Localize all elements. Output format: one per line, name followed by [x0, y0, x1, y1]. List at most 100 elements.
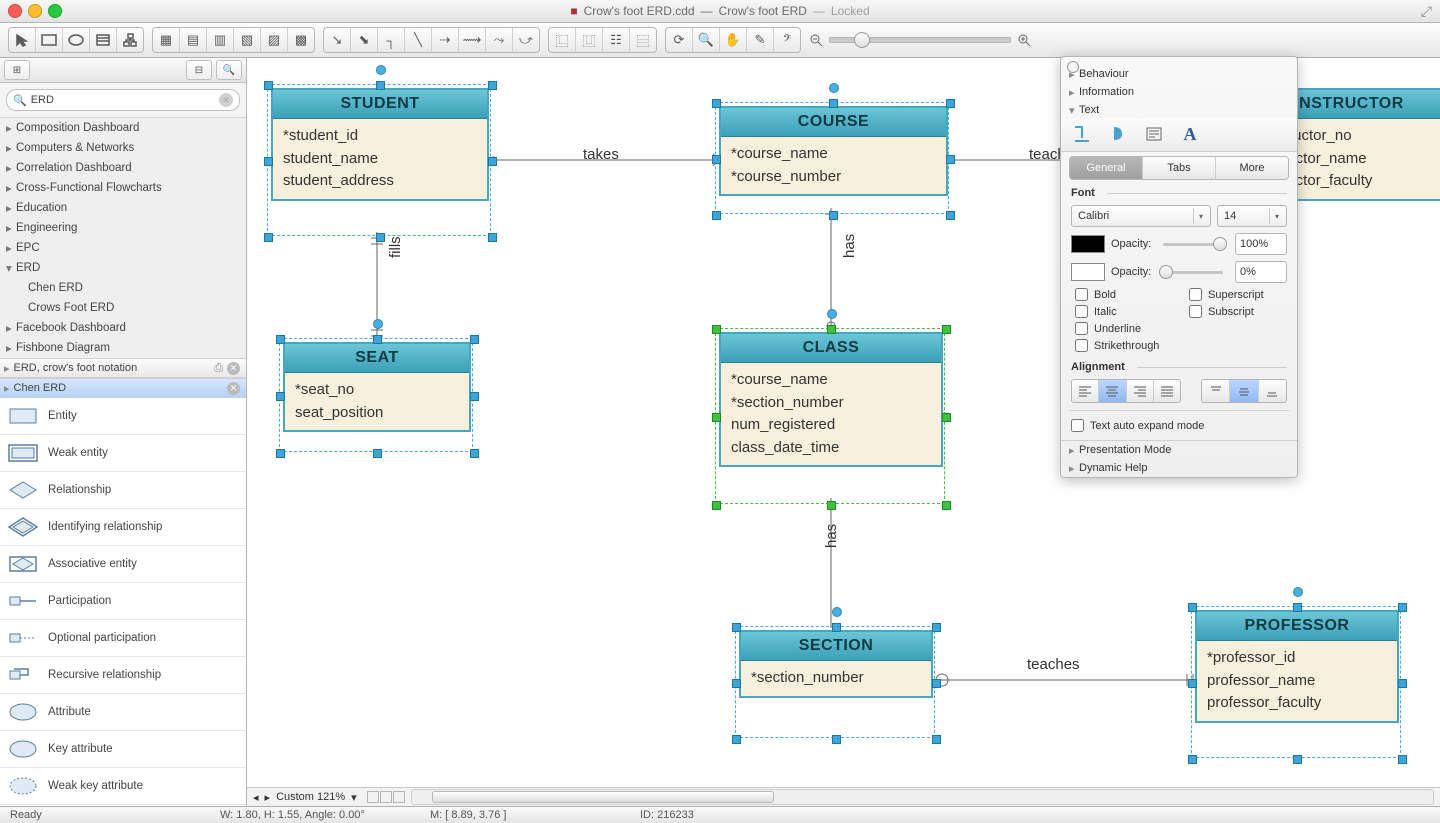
shape-item[interactable]: Optional participation — [0, 620, 246, 657]
fill-color-icon[interactable] — [1107, 123, 1129, 145]
conn-5[interactable]: ⇢ — [432, 28, 459, 52]
inspector-section-behaviour[interactable]: ▸Behaviour — [1061, 65, 1297, 83]
shape-item[interactable]: Attribute — [0, 694, 246, 731]
refresh-tool[interactable]: ⟳ — [666, 28, 693, 52]
tree-item[interactable]: ▸Facebook Dashboard — [0, 318, 246, 338]
table-tool[interactable] — [90, 28, 117, 52]
conn-2[interactable]: ⬊ — [351, 28, 378, 52]
inspector-section-dynhelp[interactable]: ▸Dynamic Help — [1061, 459, 1297, 477]
entity-section[interactable]: SECTION *section_number — [739, 630, 933, 698]
align-3[interactable]: ▥ — [207, 28, 234, 52]
shape-list[interactable]: EntityWeak entityRelationshipIdentifying… — [0, 398, 246, 806]
superscript-checkbox[interactable]: Superscript — [1179, 286, 1293, 303]
align-1[interactable]: ▦ — [153, 28, 180, 52]
text-opacity-value[interactable]: 100% — [1235, 233, 1287, 255]
align-2[interactable]: ▤ — [180, 28, 207, 52]
entity-student[interactable]: STUDENT *student_id student_name student… — [271, 88, 489, 201]
conn-6[interactable]: ⟿ — [459, 28, 486, 52]
tree-item[interactable]: ▸EPC — [0, 238, 246, 258]
bold-checkbox[interactable]: Bold — [1065, 286, 1179, 303]
font-family-select[interactable]: Calibri▾ — [1071, 205, 1211, 227]
tree-item[interactable]: ▸Composition Dashboard — [0, 118, 246, 138]
subscript-checkbox[interactable]: Subscript — [1179, 303, 1293, 320]
shape-item[interactable]: Weak key attribute — [0, 768, 246, 805]
inspector-tab-general[interactable]: General — [1070, 157, 1143, 179]
zoom-drop[interactable]: ▾ — [351, 791, 357, 804]
inspector-section-presentation[interactable]: ▸Presentation Mode — [1061, 440, 1297, 459]
conn-8[interactable]: ⤻ — [513, 28, 539, 52]
library-view-tree[interactable]: ⊞ — [4, 60, 30, 80]
library-view-grid[interactable]: ⊟ — [186, 60, 212, 80]
entity-class[interactable]: CLASS *course_name *section_number num_r… — [719, 332, 943, 467]
tree-item[interactable]: ▸Cross-Functional Flowcharts — [0, 178, 246, 198]
underline-checkbox[interactable]: Underline — [1065, 320, 1179, 337]
library-search-input[interactable]: 🔍 ERD ✕ — [6, 89, 240, 111]
conn-1[interactable]: ↘ — [324, 28, 351, 52]
tree-item[interactable]: ▸Correlation Dashboard — [0, 158, 246, 178]
tree-item-child[interactable]: Crows Foot ERD — [0, 298, 246, 318]
text-color-swatch[interactable] — [1071, 235, 1105, 253]
shape-item[interactable]: Key attribute — [0, 731, 246, 768]
font-icon[interactable]: A — [1179, 123, 1201, 145]
pointer-tool[interactable] — [9, 28, 36, 52]
align-center[interactable] — [1099, 380, 1126, 402]
tree-tool[interactable] — [117, 28, 143, 52]
valign-bottom[interactable] — [1259, 380, 1286, 402]
shape-item[interactable]: Recursive relationship — [0, 657, 246, 694]
inspector-section-text[interactable]: ▾Text — [1061, 101, 1297, 119]
rect-tool[interactable] — [36, 28, 63, 52]
para-icon[interactable] — [1143, 123, 1165, 145]
layout-1[interactable]: ⿺ — [549, 28, 576, 52]
h-scrollbar[interactable] — [411, 789, 1434, 805]
zoom-slider-thumb[interactable] — [854, 32, 870, 48]
category-header[interactable]: ▸ERD, crow's foot notation⎙✕ — [0, 358, 246, 378]
text-opacity-slider[interactable] — [1163, 243, 1223, 246]
page-thumbs[interactable] — [367, 791, 405, 803]
tree-item[interactable]: ▸Engineering — [0, 218, 246, 238]
valign-top[interactable] — [1202, 380, 1230, 402]
zoom-prev[interactable]: ◂ — [253, 791, 259, 804]
tree-item[interactable]: ▾ERD — [0, 258, 246, 278]
entity-course[interactable]: COURSE *course_name *course_number — [719, 106, 948, 196]
zoom-in-icon[interactable] — [1017, 33, 1031, 47]
zoom-next[interactable]: ▸ — [265, 791, 271, 804]
align-6[interactable]: ▩ — [288, 28, 314, 52]
ellipse-tool[interactable] — [63, 28, 90, 52]
italic-checkbox[interactable]: Italic — [1065, 303, 1179, 320]
inspector-tab-more[interactable]: More — [1216, 157, 1288, 179]
align-4[interactable]: ▧ — [234, 28, 261, 52]
layout-4[interactable]: ⿳ — [630, 28, 656, 52]
eyedropper-tool[interactable]: 𝄢 — [774, 28, 800, 52]
zoom-out-icon[interactable] — [809, 33, 823, 47]
shape-item[interactable]: Weak entity — [0, 435, 246, 472]
category-header[interactable]: ▸Chen ERD✕ — [0, 378, 246, 398]
conn-7[interactable]: ⤳ — [486, 28, 513, 52]
tree-item-child[interactable]: Chen ERD — [0, 278, 246, 298]
inspector-grip[interactable] — [1067, 61, 1079, 73]
shape-item[interactable]: Entity — [0, 398, 246, 435]
shape-item[interactable]: Relationship — [0, 472, 246, 509]
layout-3[interactable]: ☷ — [603, 28, 630, 52]
align-5[interactable]: ▨ — [261, 28, 288, 52]
entity-professor[interactable]: PROFESSOR *professor_id professor_name p… — [1195, 610, 1399, 723]
inspector-tab-tabs[interactable]: Tabs — [1143, 157, 1216, 179]
bg-opacity-slider[interactable] — [1163, 271, 1223, 274]
align-justify[interactable] — [1154, 380, 1180, 402]
shape-item[interactable]: Associative entity — [0, 546, 246, 583]
zoom-slider[interactable] — [829, 37, 1011, 43]
zoom-value[interactable]: Custom 121% — [276, 791, 345, 803]
underline-color-icon[interactable] — [1071, 123, 1093, 145]
h-scrollbar-thumb[interactable] — [432, 791, 774, 803]
conn-3[interactable]: ┐ — [378, 28, 405, 52]
auto-expand-checkbox[interactable]: Text auto expand mode — [1061, 415, 1297, 440]
edit-tool[interactable]: ✎ — [747, 28, 774, 52]
layout-2[interactable]: ⿶ — [576, 28, 603, 52]
library-view-search[interactable]: 🔍 — [216, 60, 242, 80]
library-tree[interactable]: ▸Composition Dashboard▸Computers & Netwo… — [0, 118, 246, 358]
inspector-panel[interactable]: ▸Behaviour ▸Information ▾Text A General … — [1060, 56, 1298, 478]
tree-item[interactable]: ▸Computers & Networks — [0, 138, 246, 158]
valign-middle[interactable] — [1230, 380, 1258, 402]
font-size-select[interactable]: 14▾ — [1217, 205, 1287, 227]
entity-seat[interactable]: SEAT *seat_no seat_position — [283, 342, 471, 432]
tree-item[interactable]: ▸Education — [0, 198, 246, 218]
